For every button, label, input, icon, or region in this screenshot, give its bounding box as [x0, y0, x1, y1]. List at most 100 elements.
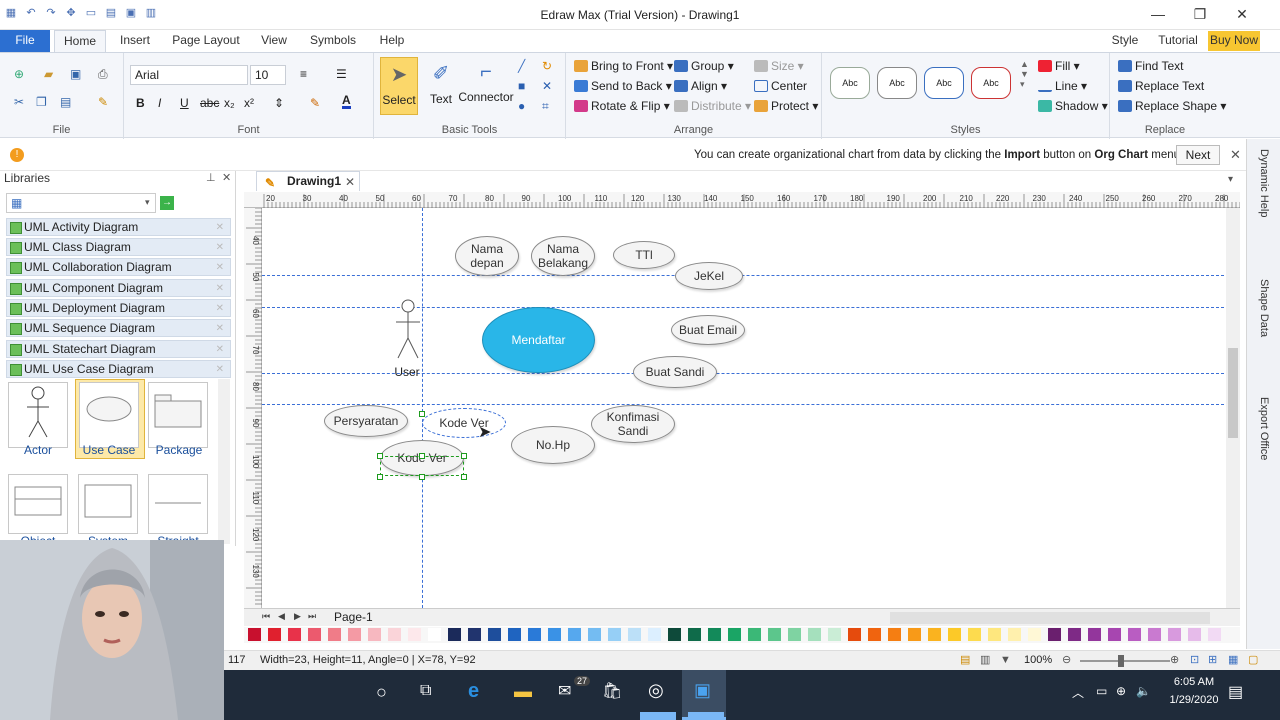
group-button[interactable]: Group ▾: [674, 59, 734, 73]
line-tool-icon[interactable]: ╱: [518, 59, 525, 73]
zoom-slider[interactable]: [1080, 655, 1170, 667]
connector-tool[interactable]: ⌐ Connector: [458, 57, 514, 115]
distribute-button[interactable]: Distribute ▾: [674, 99, 751, 113]
use-case-oval[interactable]: Buat Email: [671, 315, 745, 345]
style-swatch-2[interactable]: Abc: [877, 67, 917, 99]
tab-page-layout[interactable]: Page Layout: [166, 30, 246, 52]
color-swatch[interactable]: [1068, 628, 1081, 641]
color-swatch[interactable]: [788, 628, 801, 641]
color-swatch[interactable]: [728, 628, 741, 641]
library-item[interactable]: UML Component Diagram ✕: [6, 279, 231, 297]
color-swatch[interactable]: [1208, 628, 1221, 641]
color-swatch[interactable]: [748, 628, 761, 641]
color-swatch[interactable]: [968, 628, 981, 641]
line-spacing-icon[interactable]: ⇕: [274, 96, 284, 110]
color-swatch[interactable]: [1148, 628, 1161, 641]
color-swatch[interactable]: [908, 628, 921, 641]
copy-icon[interactable]: ❐: [36, 95, 47, 109]
close-button[interactable]: ✕: [1222, 4, 1262, 26]
mail-icon[interactable]: ✉: [558, 681, 571, 701]
resize-handle[interactable]: [461, 474, 467, 480]
actor-figure[interactable]: [392, 298, 424, 364]
tab-drawing1[interactable]: ✎ Drawing1 ✕: [256, 171, 360, 191]
use-case-oval[interactable]: Nama depan: [455, 236, 519, 276]
find-text-button[interactable]: Find Text: [1118, 59, 1183, 73]
libraries-scrollbar[interactable]: [218, 379, 230, 544]
library-item[interactable]: UML Activity Diagram ✕: [6, 218, 231, 236]
new-icon[interactable]: ⊕: [14, 67, 24, 81]
color-swatch[interactable]: [1028, 628, 1041, 641]
color-swatch[interactable]: [588, 628, 601, 641]
battery-icon[interactable]: ▭: [1096, 684, 1107, 698]
zoom-slider-thumb[interactable]: [1118, 655, 1124, 667]
zoom-out-icon[interactable]: ⊖: [1062, 651, 1071, 670]
volume-icon[interactable]: 🔈: [1136, 684, 1151, 698]
select-tool[interactable]: ➤ Select: [380, 57, 418, 115]
file-explorer-icon[interactable]: ▬: [514, 681, 532, 702]
palette-swatches[interactable]: [248, 628, 1238, 642]
font-size-select[interactable]: 10: [250, 65, 286, 85]
dynamic-help-tab[interactable]: Dynamic Help: [1253, 149, 1275, 259]
store-icon[interactable]: 🛍: [602, 681, 622, 701]
color-swatch[interactable]: [1128, 628, 1141, 641]
shadow-button[interactable]: Shadow ▾: [1038, 99, 1108, 113]
color-swatch[interactable]: [508, 628, 521, 641]
color-palette[interactable]: [244, 627, 1240, 643]
superscript-icon[interactable]: x²: [244, 96, 254, 110]
minimize-button[interactable]: —: [1138, 4, 1178, 26]
color-swatch[interactable]: [1088, 628, 1101, 641]
align-text-icon[interactable]: ≡: [300, 67, 307, 81]
bold-icon[interactable]: B: [136, 96, 145, 110]
remove-icon[interactable]: ✕: [216, 259, 224, 276]
grid-icon[interactable]: ▦: [1228, 651, 1238, 670]
ellipse-tool-icon[interactable]: ●: [518, 99, 525, 113]
page-tab[interactable]: Page-1: [328, 609, 379, 626]
color-swatch[interactable]: [1188, 628, 1201, 641]
remove-icon[interactable]: ✕: [216, 239, 224, 256]
remove-icon[interactable]: ✕: [216, 341, 224, 358]
color-swatch[interactable]: [328, 628, 341, 641]
next-page-icon[interactable]: ▶: [294, 611, 301, 622]
underline-icon[interactable]: U: [180, 96, 189, 110]
print-icon[interactable]: ⎙: [98, 67, 108, 82]
style-menu[interactable]: Style: [1100, 30, 1150, 52]
style-swatch-3[interactable]: Abc: [924, 67, 964, 99]
save-icon[interactable]: ▣: [70, 67, 81, 81]
styles-scroll-icon[interactable]: ▲ ▼ ▾: [1020, 59, 1029, 90]
fill-button[interactable]: Fill ▾: [1038, 59, 1080, 73]
object-shape[interactable]: [8, 474, 68, 534]
protect-button[interactable]: Protect ▾: [754, 99, 818, 113]
library-item[interactable]: UML Class Diagram ✕: [6, 238, 231, 256]
color-swatch[interactable]: [988, 628, 1001, 641]
resize-handle[interactable]: [377, 474, 383, 480]
color-swatch[interactable]: [248, 628, 261, 641]
color-swatch[interactable]: [888, 628, 901, 641]
resize-handle[interactable]: [461, 453, 467, 459]
bring-to-front-button[interactable]: Bring to Front ▾: [574, 59, 673, 73]
resize-handle[interactable]: [377, 453, 383, 459]
italic-icon[interactable]: I: [158, 96, 161, 110]
next-button[interactable]: Next: [1176, 145, 1220, 165]
color-swatch[interactable]: [308, 628, 321, 641]
color-swatch[interactable]: [468, 628, 481, 641]
vertical-scrollbar[interactable]: [1226, 208, 1240, 608]
task-view-icon[interactable]: ⧉: [420, 682, 431, 700]
use-case-oval[interactable]: JeKel: [675, 262, 743, 290]
color-swatch[interactable]: [528, 628, 541, 641]
system-shape[interactable]: [78, 474, 138, 534]
tab-help[interactable]: Help: [372, 30, 412, 52]
straight-shape[interactable]: [148, 474, 208, 534]
subscript-icon[interactable]: x₂: [224, 96, 235, 110]
zoom-level[interactable]: 100%: [1024, 651, 1052, 670]
remove-icon[interactable]: ✕: [216, 361, 224, 378]
rectangle-tool-icon[interactable]: ■: [518, 79, 525, 93]
zoom-in-icon[interactable]: ⊕: [1170, 651, 1179, 670]
style-swatch-4[interactable]: Abc: [971, 67, 1011, 99]
color-swatch[interactable]: [608, 628, 621, 641]
font-color-icon[interactable]: A: [342, 94, 351, 109]
horizontal-scrollbar[interactable]: [890, 612, 1210, 624]
use-case-oval[interactable]: TTl: [613, 241, 675, 269]
color-swatch[interactable]: [448, 628, 461, 641]
use-case-oval[interactable]: Nama Belakang: [531, 236, 595, 276]
tab-symbols[interactable]: Symbols: [304, 30, 362, 52]
